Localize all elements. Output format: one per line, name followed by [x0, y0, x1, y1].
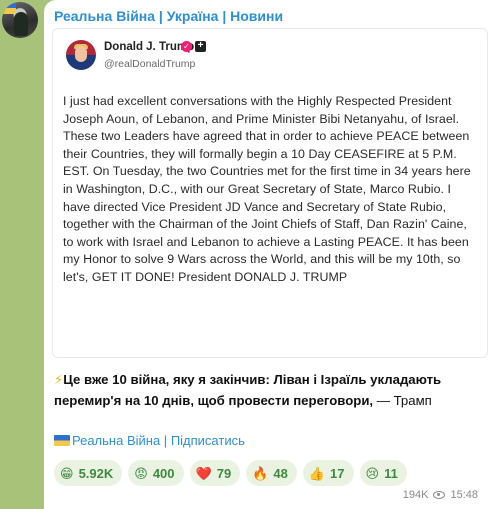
subscribe-link[interactable]: Підписатись	[171, 433, 245, 448]
angry-face-icon: 😡	[134, 465, 148, 481]
view-count: 194K	[402, 489, 429, 501]
reaction-heart[interactable]: ❤️ 79	[189, 460, 241, 486]
reaction-crying[interactable]: 😢 11	[359, 460, 407, 486]
message-headline: ⚡Це вже 10 війна, яку я закінчив: Ліван …	[54, 369, 484, 411]
reactions-bar: 😁 5.92K 😡 400 ❤️ 79 🔥 48 👍 17 😢 11	[54, 460, 407, 486]
reaction-count: 400	[152, 465, 175, 481]
post-screenshot-card[interactable]: Donald J. Trump ✓ + @realDonaldTrump I j…	[52, 28, 488, 358]
reaction-count: 17	[330, 465, 345, 481]
channel-title[interactable]: Реальна Війна | Україна | Новини	[54, 8, 283, 24]
channel-link[interactable]: Реальна Війна	[72, 433, 160, 448]
heart-icon: ❤️	[195, 465, 212, 481]
channel-avatar[interactable]	[2, 2, 38, 38]
headline-tail-text: — Трамп	[373, 393, 432, 408]
message-meta: 194K 15:48	[403, 489, 478, 501]
message-time: 15:48	[450, 489, 478, 501]
thumbs-up-icon: 👍	[308, 465, 326, 481]
fire-icon: 🔥	[252, 465, 269, 481]
eye-icon	[433, 491, 446, 499]
subscribe-separator: |	[163, 433, 168, 448]
post-text: I just had excellent conversations with …	[63, 94, 471, 284]
avatar-face	[75, 46, 87, 62]
avatar-figure	[14, 12, 28, 36]
reaction-count: 48	[273, 465, 288, 481]
reaction-count: 11	[384, 465, 398, 481]
avatar-flag-yellow	[2, 8, 16, 14]
lightning-icon: ⚡	[54, 372, 64, 387]
verified-badge-icon: ✓	[181, 41, 192, 52]
subscribe-line: Реальна Війна | Підписатись	[54, 433, 245, 448]
ukraine-flag-icon	[54, 435, 70, 446]
reaction-fire[interactable]: 🔥 48	[246, 460, 297, 486]
reaction-count: 5.92K	[78, 465, 114, 481]
author-avatar	[66, 40, 96, 70]
message-bubble: Реальна Війна | Україна | Новини Donald …	[44, 0, 488, 509]
crying-face-icon: 😢	[365, 465, 380, 481]
reaction-count: 79	[216, 465, 232, 481]
plus-badge-icon: +	[195, 41, 206, 52]
reaction-grinning[interactable]: 😁 5.92K	[54, 460, 123, 486]
author-handle: @realDonaldTrump	[104, 58, 196, 70]
reaction-angry[interactable]: 😡 400	[128, 460, 184, 486]
reaction-thumbs-up[interactable]: 👍 17	[302, 460, 354, 486]
grinning-face-icon: 😁	[60, 465, 74, 481]
